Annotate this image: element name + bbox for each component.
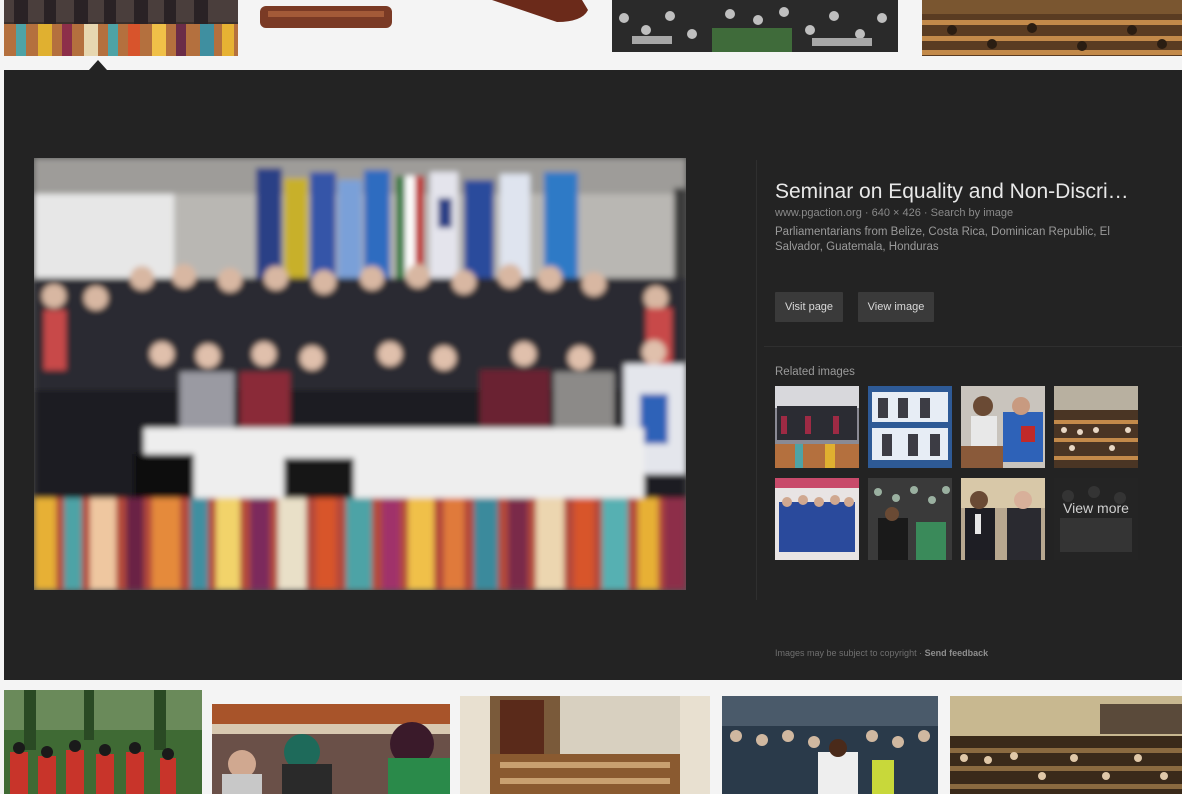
thumbnail-image [961, 386, 1045, 468]
result-thumbnail-hall[interactable] [922, 0, 1182, 56]
preview-meta[interactable]: www.pgaction.org · 640 × 426 · Search by… [775, 207, 1175, 219]
view-image-button[interactable]: View image [858, 292, 934, 322]
preview-photo [34, 158, 686, 590]
thumbnail-image [868, 478, 952, 560]
preview-image[interactable] [34, 158, 686, 590]
thumbnail-image [950, 696, 1182, 794]
related-image[interactable] [868, 478, 952, 560]
thumbnail-image [868, 386, 952, 468]
result-thumbnail-chamber[interactable] [460, 696, 710, 794]
image-preview-panel: Seminar on Equality and Non-Discri… www.… [4, 70, 1182, 680]
preview-title[interactable]: Seminar on Equality and Non-Discri… [775, 180, 1175, 204]
result-thumbnail-assembly[interactable] [612, 0, 898, 52]
related-image[interactable] [775, 478, 859, 560]
thumbnail-image [460, 696, 710, 794]
thumbnail-image [4, 690, 202, 794]
related-image[interactable] [868, 386, 952, 468]
thumbnail-image [252, 0, 600, 56]
thumbnail-image [4, 0, 238, 56]
thumbnail-image [612, 0, 898, 52]
thumbnail-image [922, 0, 1182, 56]
result-thumbnail-gavel[interactable] [252, 0, 600, 56]
result-thumbnail-group-photo[interactable] [4, 0, 238, 56]
preview-info: Seminar on Equality and Non-Discri… www.… [775, 180, 1175, 255]
view-more-related-button[interactable]: View more [1054, 478, 1138, 560]
thumbnail-image [212, 704, 450, 794]
copyright-note: Images may be subject to copyright · Sen… [775, 648, 988, 658]
thumbnail-image [722, 696, 938, 794]
thumbnail-image [961, 478, 1045, 560]
thumbnail-image [1054, 478, 1138, 560]
send-feedback-link[interactable]: Send feedback [925, 648, 989, 658]
footer-separator: · [916, 648, 925, 658]
result-thumbnail-auditorium[interactable] [950, 696, 1182, 794]
copyright-text: Images may be subject to copyright [775, 648, 917, 658]
result-thumbnail-women[interactable] [212, 704, 450, 794]
related-images-heading: Related images [775, 366, 855, 378]
preview-description: Parliamentarians from Belize, Costa Rica… [775, 226, 1110, 253]
visit-page-button[interactable]: Visit page [775, 292, 843, 322]
selection-caret [89, 60, 107, 70]
result-thumbnail-guards[interactable] [4, 690, 202, 794]
thumbnail-image [1054, 386, 1138, 468]
related-image[interactable] [961, 478, 1045, 560]
panel-divider [756, 160, 757, 600]
related-image[interactable] [1054, 386, 1138, 468]
related-image[interactable] [775, 386, 859, 468]
result-thumbnail-assembly-2[interactable] [722, 696, 938, 794]
related-image[interactable] [961, 386, 1045, 468]
thumbnail-image [775, 478, 859, 560]
related-divider [764, 346, 1182, 347]
view-more-label: View more [1063, 500, 1129, 516]
thumbnail-image [775, 386, 859, 468]
